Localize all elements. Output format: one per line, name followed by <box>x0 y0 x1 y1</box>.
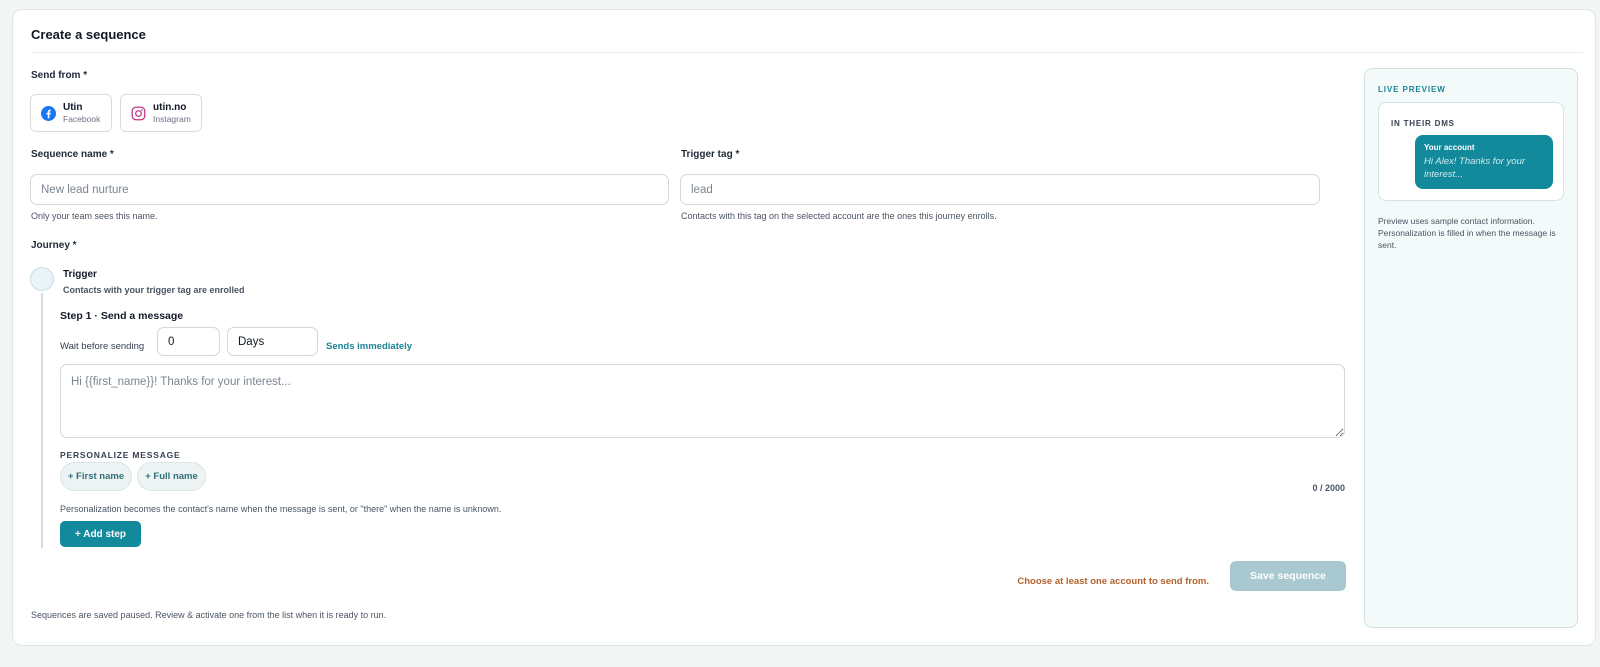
message-bubble: Your account Hi Alex! Thanks for your in… <box>1415 135 1553 189</box>
trigger-subtitle: Contacts with your trigger tag are enrol… <box>63 285 245 295</box>
journey-label: Journey * <box>31 240 77 251</box>
trigger-title: Trigger <box>63 269 97 280</box>
title-divider <box>31 52 1583 53</box>
sequence-name-hint: Only your team sees this name. <box>31 211 158 221</box>
sequence-name-input[interactable] <box>30 174 669 205</box>
facebook-icon <box>41 105 56 121</box>
live-preview-title: LIVE PREVIEW <box>1378 85 1446 94</box>
character-count: 0 / 2000 <box>1312 483 1345 493</box>
message-textarea[interactable] <box>60 364 1345 438</box>
account-name: utin.no <box>153 101 187 113</box>
personalize-hint: Personalization becomes the contact's na… <box>60 504 502 514</box>
trigger-node <box>30 267 54 291</box>
sequence-name-label: Sequence name * <box>31 149 114 160</box>
insert-first-name-chip[interactable]: + First name <box>60 462 132 491</box>
wait-amount-input[interactable] <box>157 327 220 356</box>
add-step-button[interactable]: + Add step <box>60 521 141 547</box>
live-preview-panel: LIVE PREVIEW IN THEIR DMS Your account H… <box>1364 68 1578 628</box>
wait-status: Sends immediately <box>326 341 413 352</box>
in-their-dms-label: IN THEIR DMS <box>1391 119 1455 128</box>
dm-preview-card: IN THEIR DMS Your account Hi Alex! Thank… <box>1378 102 1564 201</box>
footer-note: Sequences are saved paused. Review & act… <box>31 610 387 620</box>
page-title: Create a sequence <box>31 27 146 42</box>
bubble-account-name: Your account <box>1424 143 1475 152</box>
trigger-tag-label: Trigger tag * <box>681 149 740 160</box>
journey-timeline <box>41 293 43 548</box>
trigger-tag-input[interactable] <box>680 174 1320 205</box>
save-sequence-button[interactable]: Save sequence <box>1230 561 1346 591</box>
account-name: Utin <box>63 101 83 113</box>
send-from-label: Send from * <box>31 70 88 81</box>
preview-note: Preview uses sample contact information.… <box>1378 216 1556 250</box>
instagram-icon <box>131 106 146 120</box>
account-utin-facebook[interactable]: Utin Facebook <box>30 94 112 132</box>
wait-before-sending-label: Wait before sending <box>60 341 145 352</box>
account-platform: Instagram <box>153 113 191 124</box>
bubble-message-text: Hi Alex! Thanks for your interest... <box>1424 156 1526 180</box>
trigger-tag-hint: Contacts with this tag on the selected a… <box>681 211 997 221</box>
wait-unit-select[interactable] <box>227 327 318 356</box>
step-title: Step 1 · Send a message <box>60 310 184 322</box>
account-platform: Facebook <box>63 113 101 124</box>
create-sequence-card: Create a sequence Send from * Utin Faceb… <box>12 9 1596 646</box>
personalize-message-label: PERSONALIZE MESSAGE <box>60 450 181 460</box>
insert-full-name-chip[interactable]: + Full name <box>137 462 206 491</box>
validation-warning: Choose at least one account to send from… <box>1017 576 1209 587</box>
account-utin-instagram[interactable]: utin.no Instagram <box>120 94 202 132</box>
